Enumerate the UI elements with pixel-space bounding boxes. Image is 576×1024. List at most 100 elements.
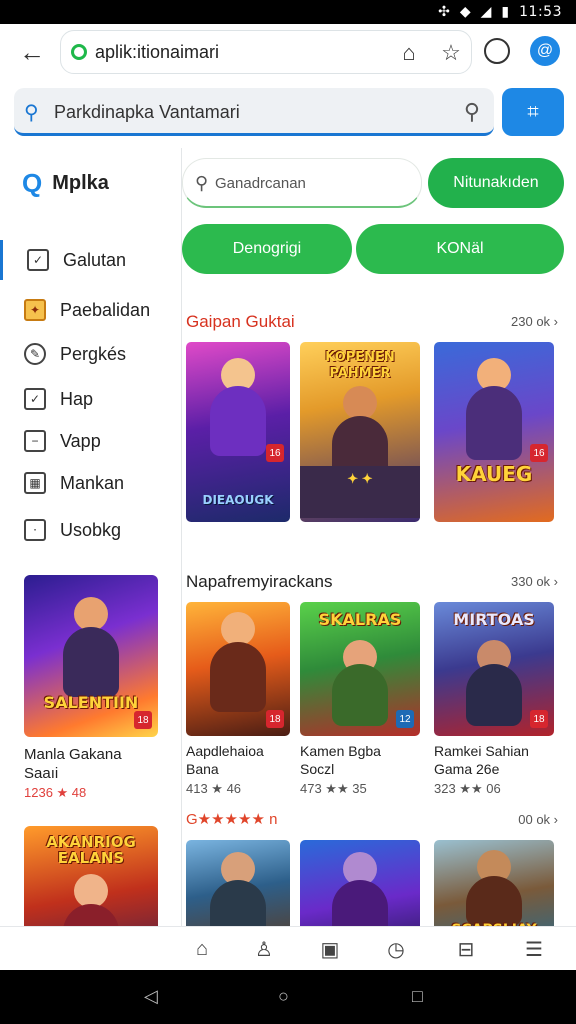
character-head [221,612,255,646]
sidebar-item-label: Usobkg [60,519,122,540]
age-badge-icon: 18 [530,710,548,728]
sidebar-brand[interactable]: Q Mplka [22,168,109,199]
home-icon[interactable]: ⌂ [188,935,216,963]
section-more-link[interactable]: 00 ok › [518,812,558,827]
character-body [210,642,266,712]
store-search-placeholder: Ganadrcanan [215,175,306,192]
store-icon[interactable]: ▣ [316,935,344,963]
game-title: Manla Gakana Saaıi [24,746,122,782]
sidebar-item-1[interactable]: ✦ Paebalidan [0,290,181,330]
character-head [74,597,108,631]
search-icon: ⚲ [195,173,209,193]
system-nav-bar: ◁ ○ □ [0,970,576,1024]
game-card[interactable]: SKALRAS 12 Kamen Bgba Soczl 473 ★★ 35 [300,602,420,797]
check-icon: ✓ [24,388,46,410]
secure-icon [71,44,87,60]
download-icon: − [24,430,46,452]
game-title: Ramkei Sahian Gama 26e [434,743,529,777]
game-card[interactable]: KOPENEN PAHMER ✦ ✦ [300,342,420,522]
sidebar-item-0[interactable]: ✓ Galutan [0,240,181,280]
character-body [466,876,522,926]
age-badge-icon: 18 [134,711,152,729]
sidebar-item-2[interactable]: ✎ Pergkés [0,334,181,374]
calendar-icon: ▦ [24,472,46,494]
game-logo: KOPENEN PAHMER [325,350,395,381]
sidebar-item-label: Vapp [60,430,101,451]
character-body [63,627,119,697]
age-badge-icon: 12 [396,710,414,728]
game-cover-image: SALENTIIN 18 [24,575,158,737]
store-search-input[interactable]: ⚲ Ganadrcanan [182,158,422,208]
game-cover-image: SKALRAS 12 [300,602,420,736]
game-card[interactable]: KAUEG 16 [434,342,554,522]
game-logo: AKANRIOG EALANS [46,833,136,867]
menu-icon[interactable]: ☰ [520,935,548,963]
brand-logo-icon: Q [22,168,43,198]
address-bar[interactable]: aplik:itionaimari ⌂ ☆ [60,30,472,74]
battery-icon: ▮ [501,3,510,19]
sidebar-item-5[interactable]: ▦ Mankan [0,463,181,503]
section-title: Napafremyirackans [186,572,333,591]
sidebar-game-card[interactable]: SALENTIIN 18 Manla Gakana Saaıi 1236 ★ 4… [24,575,160,801]
bottom-nav: ⌂ ♙ ▣ ◷ ⊟ ☰ [0,926,576,970]
game-logo: SKALRAS [318,610,402,629]
search-submit-icon[interactable]: ⚲ [464,99,480,125]
game-cover-image: 18 [186,602,290,736]
game-rating: 473 ★★ 35 [300,781,367,796]
arrow-left-icon: ← [19,36,45,67]
search-row: ⚲ Parkdinapka Vantamari ⚲ ⌗ [14,88,564,138]
game-card[interactable]: DIEAOUGK 16 [186,342,290,522]
game-logo: MIRTOAS [453,610,535,629]
game-logo: DIEAOUGK [202,493,274,507]
character-body [332,664,388,726]
system-back-button[interactable]: ◁ [144,986,158,1007]
lock-icon: ⋅ [24,519,46,541]
sidebar-item-4[interactable]: − Vapp [0,421,181,461]
sidebar-item-3[interactable]: ✓ Hap [0,379,181,419]
game-title: Aapdlehaioa Bana [186,743,264,777]
character-head [343,386,377,420]
game-cover-banner: ✦ ✦ [300,466,420,518]
search-icon: ⚲ [24,102,39,124]
scan-icon: ⌗ [527,100,539,123]
scan-button[interactable]: ⌗ [502,88,564,136]
address-row: ← aplik:itionaimari ⌂ ☆ @ [0,24,576,82]
primary-green-button[interactable]: Nitunakıden [428,158,564,208]
game-card[interactable]: MIRTOAS 18 Ramkei Sahian Gama 26e 323 ★★… [434,602,554,797]
sidebar-item-6[interactable]: ⋅ Usobkg [0,510,181,550]
url-text: aplik:itionaimari [95,42,220,62]
person-icon[interactable]: ♙ [250,935,278,963]
game-logo: KAUEG [455,462,533,486]
character-body [210,386,266,456]
system-recent-button[interactable]: □ [412,986,423,1007]
profile-avatar[interactable]: @ [530,36,560,66]
filter-pill-0[interactable]: Denogrigi [182,224,352,274]
search-input[interactable]: ⚲ Parkdinapka Vantamari ⚲ [14,88,494,136]
system-home-button[interactable]: ○ [278,986,289,1007]
game-rating: 413 ★ 46 [186,781,242,796]
history-icon[interactable]: ◷ [382,935,410,963]
section-more-link[interactable]: 230 ok › [511,314,558,329]
tabs-icon[interactable] [484,38,510,64]
brand-name: Mplka [52,172,109,194]
filter-pill-1[interactable]: KONäl [356,224,564,274]
share-icon[interactable]: ⌂ [395,39,423,67]
back-button[interactable]: ← [14,34,50,70]
game-cover-image: DIEAOUGK 16 [186,342,290,522]
game-cover-image: KAUEG 16 [434,342,554,522]
star-icon[interactable]: ☆ [437,39,465,67]
edit-icon: ✎ [24,343,46,365]
section-more-link[interactable]: 330 ok › [511,574,558,589]
sidebar-item-label: Hap [60,388,94,409]
game-title: Kamen Bgba Soczl [300,743,381,777]
bag-icon[interactable]: ⊟ [452,935,480,963]
game-rating: 1236 ★ 48 [24,785,87,800]
status-time: 11:53 [519,3,562,20]
sidebar-item-label: Galutan [63,249,127,270]
sidebar-item-label: Mankan [60,472,125,493]
status-bar: ✣ ◆ ◢ ▮ 11:53 [0,0,576,24]
wifi-icon: ◆ [459,3,471,19]
age-badge-icon: 18 [266,710,284,728]
game-card[interactable]: 18 Aapdlehaioa Bana 413 ★ 46 [186,602,290,797]
signal-icon: ◢ [480,3,492,19]
